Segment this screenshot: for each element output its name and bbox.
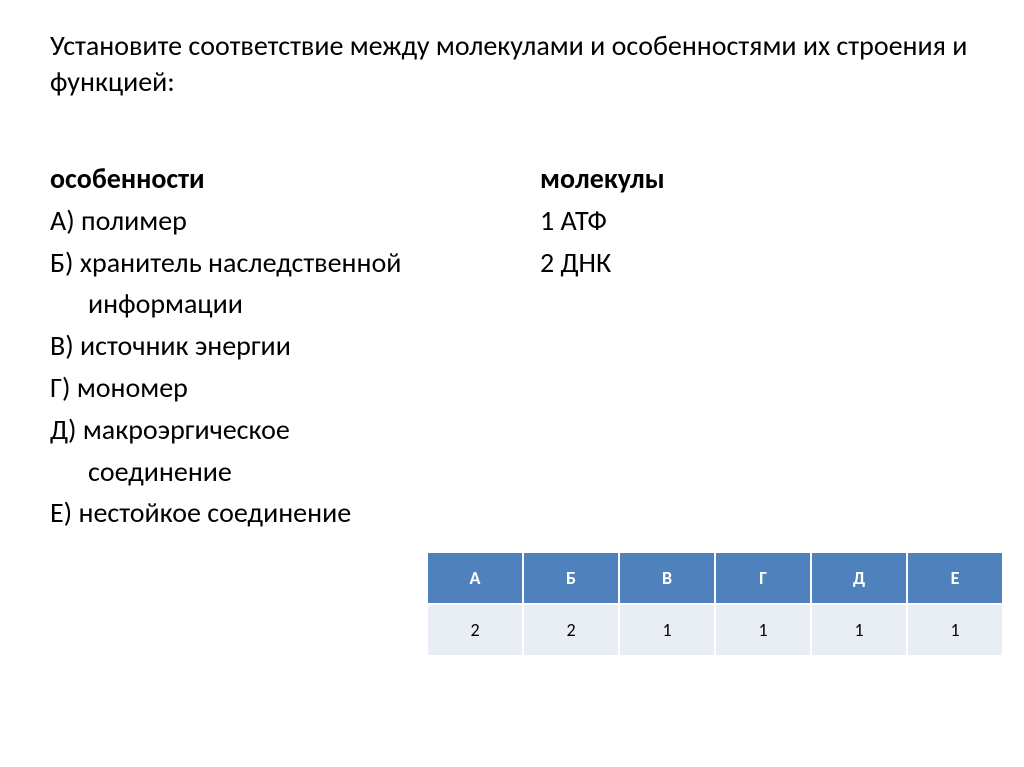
features-header: особенности [50,161,540,196]
table-header-row: А Б В Г Д Е [428,553,1002,603]
table-value-cell: 1 [620,605,714,655]
feature-item: Д) макроэргическое [50,411,540,449]
feature-item: А) полимер [50,202,540,240]
feature-item-cont: соединение [50,453,540,491]
feature-item: Б) хранитель наследственной [50,244,540,282]
molecules-column: молекулы 1 АТФ 2 ДНК [540,161,840,536]
answer-table: А Б В Г Д Е 2 2 1 1 1 1 [426,551,1004,657]
table-header-cell: В [620,553,714,603]
table-value-row: 2 2 1 1 1 1 [428,605,1002,655]
table-value-cell: 2 [428,605,522,655]
table-value-cell: 1 [908,605,1002,655]
table-header-cell: А [428,553,522,603]
molecule-item: 1 АТФ [540,202,840,240]
table-header-cell: Е [908,553,1002,603]
feature-item-cont: информации [50,285,540,323]
feature-item: В) источник энергии [50,327,540,365]
table-header-cell: Б [524,553,618,603]
table-value-cell: 1 [812,605,906,655]
two-column-layout: особенности А) полимер Б) хранитель насл… [50,161,974,536]
question-title: Установите соответствие между молекулами… [50,28,974,101]
table-header-cell: Г [716,553,810,603]
feature-item: Е) нестойкое соединение [50,494,540,532]
table-header-cell: Д [812,553,906,603]
features-column: особенности А) полимер Б) хранитель насл… [50,161,540,536]
molecule-item: 2 ДНК [540,244,840,282]
table-value-cell: 2 [524,605,618,655]
feature-item: Г) мономер [50,369,540,407]
table-value-cell: 1 [716,605,810,655]
molecules-header: молекулы [540,161,840,196]
